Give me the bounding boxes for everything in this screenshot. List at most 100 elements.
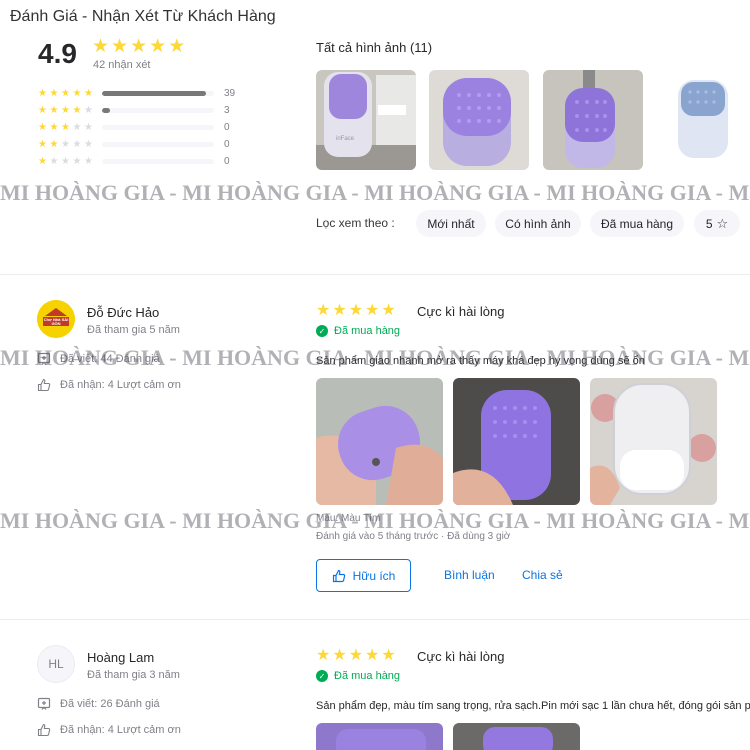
review-stars: ★ ★ ★ ★ ★ <box>316 648 396 664</box>
reviewer-written-count: Đã viết: 26 Đánh giá <box>37 697 160 711</box>
all-images-title[interactable]: Tất cả hình ảnh (11) <box>316 40 432 55</box>
review-content: Sản phẩm giao nhanh mở ra thấy máy khá đ… <box>316 355 645 367</box>
thumbs-up-icon <box>332 569 345 582</box>
reviewer-name[interactable]: Hoàng Lam <box>87 650 154 665</box>
stars-5: ★ ★ ★ ★ ★ <box>38 87 93 99</box>
gallery-image[interactable] <box>429 70 529 170</box>
review-image[interactable] <box>590 378 717 505</box>
helpful-label: Hữu ích <box>352 568 396 583</box>
review-image[interactable] <box>316 723 443 750</box>
distribution-bar <box>102 125 214 130</box>
review-image[interactable] <box>453 723 580 750</box>
star-icon: ★ <box>365 302 380 319</box>
distribution-count: 0 <box>224 139 230 150</box>
review-attribute: Màu: Màu Tím <box>316 513 381 524</box>
avatar-initials: HL <box>48 657 64 671</box>
review-image[interactable] <box>453 378 580 505</box>
reviewer-joined: Đã tham gia 3 năm <box>87 669 180 681</box>
review-count: 42 nhận xét <box>93 59 151 71</box>
star-outline-icon: ☆ <box>716 215 729 231</box>
star-icon: ★ <box>381 302 396 319</box>
filter-chip-with-images[interactable]: Có hình ảnh <box>495 210 581 237</box>
distribution-bar <box>102 108 214 113</box>
reviewer-joined: Đã tham gia 5 năm <box>87 324 180 336</box>
stars-3: ★ ★ ★ ★ ★ <box>38 121 93 133</box>
star-icon: ★ <box>111 36 129 57</box>
page-title: Đánh Giá - Nhận Xét Từ Khách Hàng <box>10 8 276 25</box>
distribution-row-1[interactable]: ★ ★ ★ ★ ★ 0 <box>38 153 238 170</box>
review-content: Sản phẩm đẹp, màu tím sang trọng, rửa sạ… <box>316 700 750 712</box>
star-icon: ★ <box>332 647 347 664</box>
star-icon: ★ <box>381 647 396 664</box>
reviewer-written-label: Đã viết: 44 Đánh giá <box>60 353 160 365</box>
distribution-row-2[interactable]: ★ ★ ★ ★ ★ 0 <box>38 136 238 153</box>
svg-text:inFace: inFace <box>336 136 355 142</box>
avatar: HL <box>37 645 75 683</box>
verified-purchase: ✓ Đã mua hàng <box>316 325 400 337</box>
distribution-row-5[interactable]: ★ ★ ★ ★ ★ 39 <box>38 85 238 102</box>
distribution-bar <box>102 159 214 164</box>
reviewer-written-count: Đã viết: 44 Đánh giá <box>37 352 160 366</box>
star-icon: ★ <box>92 36 110 57</box>
thumbs-up-icon <box>37 723 51 737</box>
average-stars: ★ ★ ★ ★ ★ <box>92 37 185 56</box>
avatar: Chợ Nhà SÀI GÒN <box>37 300 75 338</box>
average-rating: 4.9 <box>38 38 77 69</box>
star-icon: ★ <box>332 302 347 319</box>
distribution-bar <box>102 142 214 147</box>
stars-2: ★ ★ ★ ★ ★ <box>38 138 93 150</box>
filter-chip-purchased[interactable]: Đã mua hàng <box>590 210 684 237</box>
distribution-fill <box>102 91 207 96</box>
helpful-button[interactable]: Hữu ích <box>316 559 411 592</box>
comment-button[interactable]: Bình luận <box>444 568 495 582</box>
stars-4: ★ ★ ★ ★ ★ <box>38 104 93 116</box>
star-icon: ★ <box>348 647 364 664</box>
thumbs-up-icon <box>37 378 51 392</box>
avatar-label: Chợ Nhà SÀI GÒN <box>43 317 69 327</box>
filter-chip-5-label: 5 <box>705 216 713 231</box>
divider <box>0 619 750 620</box>
filter-chip-5-stars[interactable]: 5 ☆ <box>694 210 740 237</box>
reviewer-thanks-count: Đã nhận: 4 Lượt cảm ơn <box>37 723 181 737</box>
stars-1: ★ ★ ★ ★ ★ <box>38 155 93 167</box>
distribution-count: 0 <box>224 156 230 167</box>
distribution-bar <box>102 91 214 96</box>
review-title: Cực kì hài lòng <box>417 649 505 664</box>
verified-purchase: ✓ Đã mua hàng <box>316 670 400 682</box>
star-icon: ★ <box>149 36 167 57</box>
reviewer-written-label: Đã viết: 26 Đánh giá <box>60 698 160 710</box>
review-title: Cực kì hài lòng <box>417 304 505 319</box>
reviewer-thanks-count: Đã nhận: 4 Lượt cảm ơn <box>37 378 181 392</box>
share-button[interactable]: Chia sẻ <box>522 568 563 582</box>
star-icon: ★ <box>130 36 148 57</box>
gallery-image[interactable] <box>656 70 750 170</box>
review-write-icon <box>37 352 51 365</box>
verified-label: Đã mua hàng <box>334 325 401 337</box>
reviewer-thanks-label: Đã nhận: 4 Lượt cảm ơn <box>60 379 181 391</box>
star-icon: ★ <box>168 36 186 57</box>
rating-distribution: ★ ★ ★ ★ ★ 39 ★ ★ ★ ★ ★ 3 ★ ★ ★ ★ ★ 0 ★ ★ ★ ★ ★ 0 ★ ★ ★ ★ ★ 0 <box>38 85 238 170</box>
gallery-image[interactable]: inFace <box>316 70 416 170</box>
gallery-image[interactable] <box>543 70 643 170</box>
review-write-icon <box>37 697 51 710</box>
distribution-count: 3 <box>224 105 230 116</box>
check-circle-icon: ✓ <box>316 670 328 682</box>
review-image[interactable] <box>316 378 443 505</box>
divider <box>0 274 750 275</box>
reviewer-name[interactable]: Đỗ Đức Hảo <box>87 305 159 320</box>
distribution-row-4[interactable]: ★ ★ ★ ★ ★ 3 <box>38 102 238 119</box>
verified-label: Đã mua hàng <box>334 670 401 682</box>
review-stars: ★ ★ ★ ★ ★ <box>316 303 396 319</box>
star-icon: ★ <box>365 647 380 664</box>
distribution-count: 0 <box>224 122 230 133</box>
filter-label: Lọc xem theo : <box>316 216 395 230</box>
review-meta: Đánh giá vào 5 tháng trước · Đã dùng 3 g… <box>316 531 511 542</box>
distribution-count: 39 <box>224 88 236 99</box>
distribution-row-3[interactable]: ★ ★ ★ ★ ★ 0 <box>38 119 238 136</box>
filter-chip-newest[interactable]: Mới nhất <box>416 210 486 237</box>
star-icon: ★ <box>348 302 364 319</box>
distribution-fill <box>102 108 110 113</box>
reviewer-thanks-label: Đã nhận: 4 Lượt cảm ơn <box>60 724 181 736</box>
watermark: MI HOÀNG GIA - MI HOÀNG GIA - MI HOÀNG G… <box>0 180 750 205</box>
star-icon: ★ <box>316 647 331 664</box>
